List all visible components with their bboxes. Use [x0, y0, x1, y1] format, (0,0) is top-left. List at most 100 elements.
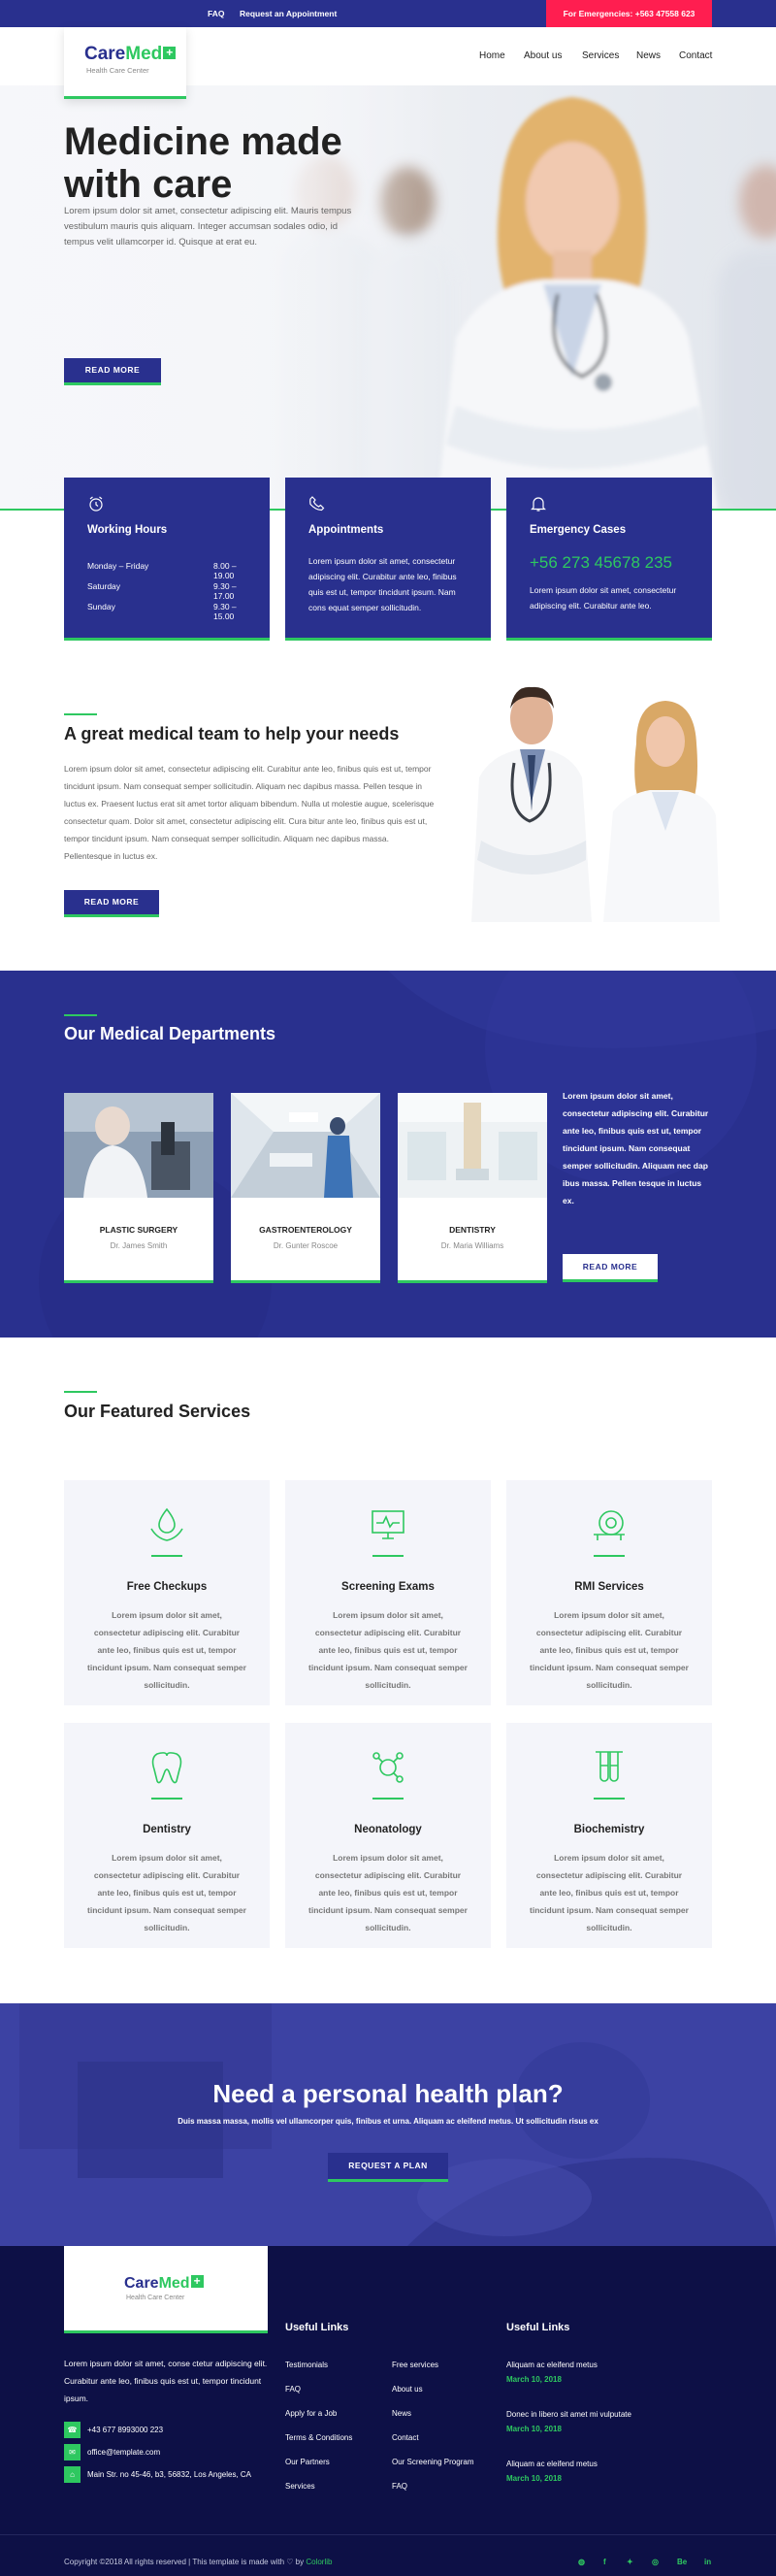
nav-news[interactable]: News: [636, 50, 661, 61]
department-doctor: Dr. Gunter Roscoe: [273, 1241, 339, 1250]
service-name: Dentistry: [143, 1824, 191, 1835]
emergency-phone[interactable]: +56 273 45678 235: [530, 553, 672, 573]
top-bar: FAQ Request an Appointment For Emergenci…: [0, 0, 776, 27]
working-hours-title: Working Hours: [87, 524, 168, 536]
footer-link[interactable]: FAQ: [285, 2385, 301, 2394]
footer-link[interactable]: Services: [285, 2482, 315, 2491]
phone-icon: ☎: [64, 2422, 81, 2438]
department-card[interactable]: GASTROENTEROLOGY Dr. Gunter Roscoe: [231, 1093, 380, 1283]
nav-contact[interactable]: Contact: [679, 50, 712, 61]
footer-link[interactable]: Free services: [392, 2361, 438, 2369]
service-card[interactable]: Neonatology Lorem ipsum dolor sit amet, …: [285, 1723, 491, 1948]
test-tubes-icon: [596, 1751, 623, 1782]
footer-about: Lorem ipsum dolor sit amet, conse ctetur…: [64, 2359, 268, 2403]
departments-text: Lorem ipsum dolor sit amet, consectetur …: [563, 1091, 709, 1205]
service-card[interactable]: Biochemistry Lorem ipsum dolor sit amet,…: [506, 1723, 712, 1948]
news-title: Useful Links: [506, 2322, 570, 2333]
footer-link[interactable]: FAQ: [392, 2482, 407, 2491]
site-header: CareMed + Health Care Center Home About u…: [0, 27, 776, 99]
news-item-title[interactable]: Donec in libero sit amet mi vulputate: [506, 2410, 631, 2419]
location-icon: ⌂: [64, 2466, 81, 2483]
service-card[interactable]: Screening Exams Lorem ipsum dolor sit am…: [285, 1480, 491, 1705]
credit-link[interactable]: Colorlib: [306, 2558, 332, 2566]
section-accent-line: [64, 1391, 97, 1393]
service-text: Lorem ipsum dolor sit amet, consectetur …: [530, 1853, 689, 1932]
working-hours-card: Working Hours Monday – Friday 8.00 – 19.0…: [64, 478, 270, 641]
appointments-title: Appointments: [308, 524, 384, 536]
health-plan-section: Need a personal health plan? Duis massa …: [0, 2003, 776, 2246]
department-doctor: Dr. James Smith: [110, 1241, 168, 1250]
departments-read-more-button[interactable]: READ MORE: [563, 1254, 658, 1282]
service-card[interactable]: Free Checkups Lorem ipsum dolor sit amet…: [64, 1480, 270, 1705]
footer-email[interactable]: office@template.com: [87, 2448, 160, 2457]
footer-phone[interactable]: +43 677 8993000 223: [87, 2426, 163, 2434]
footer-link[interactable]: Contact: [392, 2433, 419, 2442]
footer-link[interactable]: About us: [392, 2385, 423, 2394]
linkedin-icon[interactable]: in: [704, 2558, 711, 2566]
footer-link[interactable]: News: [392, 2409, 411, 2418]
footer-link[interactable]: Our Partners: [285, 2458, 330, 2466]
faq-link[interactable]: FAQ: [208, 9, 224, 18]
service-text: Lorem ipsum dolor sit amet, consectetur …: [308, 1610, 468, 1690]
phone-icon: [309, 496, 325, 512]
facebook-icon[interactable]: f: [603, 2558, 606, 2566]
molecule-icon: [372, 1752, 404, 1783]
news-item-title[interactable]: Aliquam ac eleifend metus: [506, 2361, 598, 2369]
behance-icon[interactable]: Be: [677, 2558, 687, 2566]
hand-drop-icon: [150, 1507, 183, 1541]
bell-icon: [531, 497, 546, 512]
footer-link[interactable]: Our Screening Program: [392, 2458, 473, 2466]
request-plan-button[interactable]: REQUEST A PLAN: [328, 2153, 448, 2182]
hero-title: Medicine made with care: [64, 120, 342, 206]
twitter-icon[interactable]: ✦: [627, 2558, 633, 2566]
news-item-title[interactable]: Aliquam ac eleifend metus: [506, 2460, 598, 2468]
nav-services[interactable]: Services: [582, 50, 619, 61]
department-name: PLASTIC SURGERY: [99, 1225, 178, 1235]
footer-link[interactable]: Testimonials: [285, 2361, 328, 2369]
news-item-date: March 10, 2018: [506, 2425, 562, 2433]
department-card[interactable]: DENTISTRY Dr. Maria Williams: [398, 1093, 547, 1283]
service-name: Neonatology: [354, 1824, 422, 1835]
request-appointment-link[interactable]: Request an Appointment: [240, 9, 337, 18]
footer-link[interactable]: Terms & Conditions: [285, 2433, 352, 2442]
useful-links-title: Useful Links: [285, 2322, 349, 2333]
dribbble-icon[interactable]: ◍: [578, 2558, 585, 2566]
team-read-more-button[interactable]: READ MORE: [64, 890, 159, 917]
scanner-icon: [594, 1510, 625, 1540]
departments-title: Our Medical Departments: [64, 1024, 276, 1043]
department-name: DENTISTRY: [449, 1225, 496, 1235]
nav-home[interactable]: Home: [479, 50, 505, 61]
instagram-icon[interactable]: ◎: [652, 2558, 659, 2566]
service-name: RMI Services: [574, 1581, 644, 1593]
emergency-phone-badge[interactable]: For Emergencies: +563 47558 623: [546, 0, 712, 27]
services-title: Our Featured Services: [64, 1402, 251, 1421]
hours-row: Saturday 9.30 – 17.00: [87, 581, 237, 601]
section-accent-line: [64, 713, 97, 715]
email-icon: ✉: [64, 2444, 81, 2460]
department-doctor: Dr. Maria Williams: [440, 1241, 504, 1250]
service-name: Free Checkups: [126, 1581, 208, 1593]
nav-about[interactable]: About us: [524, 50, 562, 61]
hero-read-more-button[interactable]: READ MORE: [64, 358, 161, 385]
team-title: A great medical team to help your needs: [64, 724, 400, 743]
hero-text: Lorem ipsum dolor sit amet, consectetur …: [64, 206, 352, 248]
copyright: Copyright ©2018 All rights reserved | Th…: [64, 2558, 333, 2566]
service-card[interactable]: Dentistry Lorem ipsum dolor sit amet, co…: [64, 1723, 270, 1948]
plan-title: Need a personal health plan?: [212, 2079, 564, 2108]
logo-tagline: Health Care Center: [86, 66, 149, 75]
service-card[interactable]: RMI Services Lorem ipsum dolor sit amet,…: [506, 1480, 712, 1705]
service-text: Lorem ipsum dolor sit amet, consectetur …: [530, 1610, 689, 1690]
tooth-icon: [151, 1752, 182, 1784]
emergency-title: Emergency Cases: [530, 524, 627, 536]
footer-divider: [0, 2534, 776, 2535]
department-card[interactable]: PLASTIC SURGERY Dr. James Smith: [64, 1093, 213, 1283]
site-logo[interactable]: CareMed + Health Care Center: [64, 27, 186, 99]
footer-link[interactable]: Apply for a Job: [285, 2409, 337, 2418]
service-text: Lorem ipsum dolor sit amet, consectetur …: [87, 1853, 246, 1932]
plastic-surgery-image: [64, 1093, 213, 1198]
service-name: Screening Exams: [341, 1581, 435, 1593]
footer-logo[interactable]: CareMed + Health Care Center: [64, 2246, 268, 2333]
department-name: GASTROENTEROLOGY: [259, 1225, 352, 1235]
emergency-text: Lorem ipsum dolor sit amet, consectetur …: [530, 585, 677, 611]
hours-row: Sunday 9.30 – 15.00: [87, 602, 237, 621]
